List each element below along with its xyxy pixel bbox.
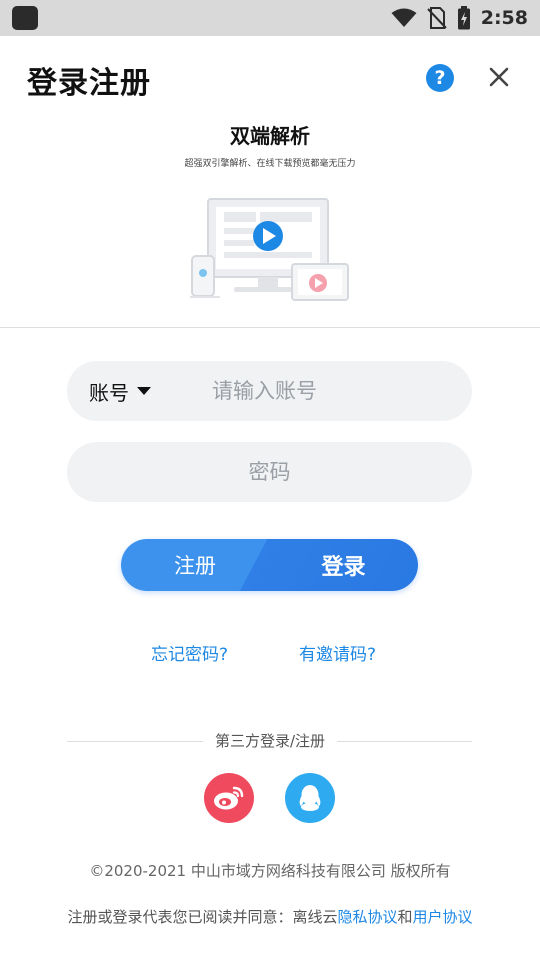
- weibo-login-button[interactable]: [204, 773, 254, 823]
- register-button[interactable]: 注册: [121, 539, 269, 591]
- third-party-label: 第三方登录/注册: [206, 732, 334, 750]
- agreement-text: 注册或登录代表您已阅读并同意：离线云隐私协议和用户协议: [0, 906, 540, 927]
- battery-charging-icon: [457, 6, 470, 30]
- qq-icon: [299, 785, 321, 811]
- login-button[interactable]: 登录: [269, 539, 418, 591]
- page-title: 登录注册: [27, 66, 151, 101]
- banner-title: 双端解析: [230, 124, 310, 148]
- account-input[interactable]: [212, 361, 452, 421]
- agreement-and: 和: [397, 908, 413, 926]
- account-type-label: 账号: [89, 380, 129, 405]
- page-header: 登录注册 ?: [0, 36, 540, 120]
- privacy-policy-link[interactable]: 隐私协议: [337, 908, 397, 926]
- devices-illustration: [190, 198, 349, 301]
- agreement-prefix: 注册或登录代表您已阅读并同意：离线云: [67, 908, 338, 926]
- help-button[interactable]: ?: [426, 64, 454, 92]
- account-field: 账号: [67, 361, 472, 421]
- auth-toggle: 注册 登录: [121, 539, 418, 591]
- status-time: 2:58: [480, 7, 528, 29]
- invite-code-link[interactable]: 有邀请码?: [299, 640, 376, 665]
- close-button[interactable]: [484, 62, 514, 92]
- status-icons: 2:58: [391, 0, 528, 36]
- password-field: [67, 442, 472, 502]
- qq-login-button[interactable]: [285, 773, 335, 823]
- wifi-icon: [391, 8, 417, 27]
- caret-down-icon: [137, 387, 151, 395]
- section-divider: [0, 327, 540, 328]
- banner-subtitle: 超强双引擎解析、在线下载预览都毫无压力: [184, 159, 356, 169]
- forgot-password-link[interactable]: 忘记密码?: [151, 640, 228, 665]
- app-icon: [12, 6, 38, 30]
- status-bar: 2:58: [0, 0, 540, 36]
- help-icon: ?: [434, 67, 446, 89]
- password-input[interactable]: [67, 442, 472, 502]
- third-party-label-row: 第三方登录/注册: [0, 730, 540, 751]
- copyright-text: ©2020-2021 中山市域方网络科技有限公司 版权所有: [89, 862, 451, 880]
- weibo-icon: [214, 786, 244, 810]
- close-icon: [489, 67, 509, 87]
- user-agreement-link[interactable]: 用户协议: [413, 908, 473, 926]
- account-type-dropdown[interactable]: 账号: [89, 361, 151, 421]
- no-sim-icon: [427, 7, 447, 29]
